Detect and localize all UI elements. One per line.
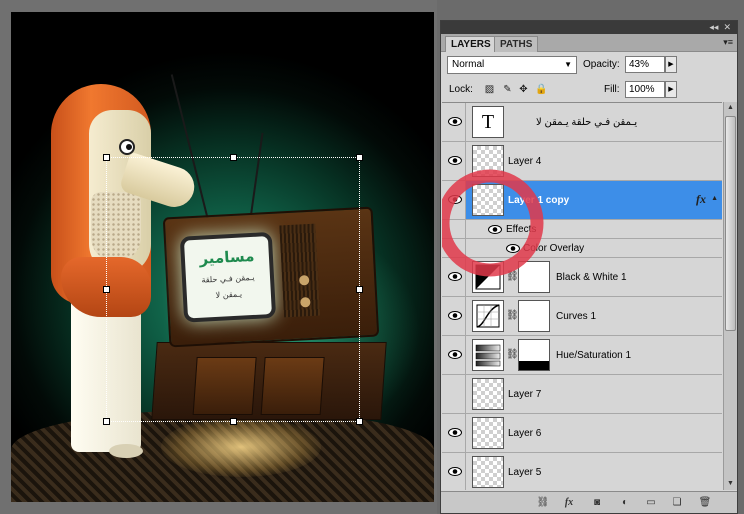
opacity-input[interactable]: 43% xyxy=(625,56,665,73)
fill-input[interactable]: 100% xyxy=(625,81,665,98)
fx-icon[interactable]: fx xyxy=(561,496,577,510)
collapse-panel-icon[interactable]: ◂◂ xyxy=(709,22,718,32)
visibility-toggle[interactable] xyxy=(442,453,466,490)
scroll-up-icon[interactable]: ▲ xyxy=(724,102,737,114)
eye-icon xyxy=(448,117,462,126)
transform-handle-tl[interactable] xyxy=(103,154,110,161)
transform-handle-b[interactable] xyxy=(230,418,237,425)
lock-icon[interactable]: 🔒 xyxy=(535,83,548,96)
document-image[interactable]: مسامير يـمقن فـي حلقة يـمقن لا xyxy=(11,12,434,502)
layer-mask-thumbnail[interactable] xyxy=(518,300,550,332)
eye-icon xyxy=(448,311,462,320)
layer-row[interactable]: ⛓ Curves 1 xyxy=(442,297,722,336)
adjustment-icon[interactable]: ◐ xyxy=(617,496,633,510)
layers-bottom-toolbar: ⛓ fx ◙ ◐ ▭ ❏ 🗑 xyxy=(441,491,737,513)
rug-light xyxy=(161,417,321,477)
layer-thumbnail xyxy=(472,417,504,449)
tab-layers[interactable]: LAYERS xyxy=(445,36,497,52)
lock-label: Lock: xyxy=(449,84,473,95)
folder-icon[interactable]: ▭ xyxy=(643,496,659,510)
visibility-toggle[interactable] xyxy=(442,414,466,452)
fill-slider-arrow-icon[interactable]: ▶ xyxy=(665,81,677,98)
layers-panel: ◂◂ ✕ LAYERS PATHS ▾≡ Normal ▼ Opacity: 4… xyxy=(440,20,738,514)
layer-row[interactable]: Layer 5 xyxy=(442,453,722,490)
link-icon[interactable]: ⛓ xyxy=(506,349,519,360)
annotation-circle xyxy=(442,169,544,277)
visibility-toggle[interactable] xyxy=(442,336,466,374)
fx-icon[interactable]: fx xyxy=(696,192,706,207)
transform-handle-r[interactable] xyxy=(356,286,363,293)
link-icon[interactable]: ⛓ xyxy=(506,310,519,321)
mask-icon[interactable]: ◙ xyxy=(589,496,605,510)
brush-icon[interactable]: ✎ xyxy=(501,83,514,96)
panel-tabs: LAYERS PATHS ▾≡ xyxy=(441,34,737,52)
collapse-effects-icon[interactable]: ▲ xyxy=(711,195,718,202)
character-feet xyxy=(109,444,143,458)
layer-name[interactable]: Hue/Saturation 1 xyxy=(556,350,631,361)
link-icon[interactable]: ⛓ xyxy=(535,496,551,510)
eye-icon xyxy=(448,350,462,359)
transform-handle-br[interactable] xyxy=(356,418,363,425)
visibility-toggle[interactable] xyxy=(442,297,466,335)
scroll-thumb[interactable] xyxy=(725,116,736,331)
layer-name[interactable]: Layer 5 xyxy=(508,467,541,478)
new-layer-icon[interactable]: ❏ xyxy=(669,496,685,510)
character-eye xyxy=(119,139,135,155)
document-canvas-area[interactable]: مسامير يـمقن فـي حلقة يـمقن لا xyxy=(0,0,437,514)
layers-scrollbar[interactable]: ▲ ▼ xyxy=(723,102,737,490)
fill-label: Fill: xyxy=(604,84,620,95)
close-panel-icon[interactable]: ✕ xyxy=(723,22,731,32)
layer-thumbnail xyxy=(472,456,504,488)
layer-row[interactable]: Layer 6 xyxy=(442,414,722,453)
lock-fill-row: Lock: ▨ ✎ ✥ 🔒 Fill: 100% ▶ xyxy=(441,81,737,101)
scroll-down-icon[interactable]: ▼ xyxy=(724,478,737,490)
blend-opacity-row: Normal ▼ Opacity: 43% ▶ xyxy=(441,54,737,78)
curves-adjustment-icon xyxy=(472,300,504,332)
blend-mode-select[interactable]: Normal ▼ xyxy=(447,56,577,74)
move-icon[interactable]: ✥ xyxy=(517,83,530,96)
eye-icon xyxy=(448,156,462,165)
panel-title-bar: ◂◂ ✕ xyxy=(441,21,737,34)
layer-name[interactable]: يـمقن فـي حلقة يـمقن لا xyxy=(536,117,637,128)
trash-icon[interactable]: 🗑 xyxy=(697,496,713,510)
layer-name[interactable]: Black & White 1 xyxy=(556,272,627,283)
layer-mask-thumbnail[interactable] xyxy=(518,339,550,371)
panel-menu-icon[interactable]: ▾≡ xyxy=(723,37,733,48)
lock-transparent-icon[interactable]: ▨ xyxy=(483,83,496,96)
transform-handle-bl[interactable] xyxy=(103,418,110,425)
layer-thumbnail xyxy=(472,378,504,410)
text-layer-thumbnail: T xyxy=(472,106,504,138)
visibility-toggle[interactable] xyxy=(442,375,466,413)
chevron-down-icon: ▼ xyxy=(564,60,572,69)
layer-row[interactable]: T يـمقن فـي حلقة يـمقن لا xyxy=(442,103,722,142)
eye-icon xyxy=(448,428,462,437)
transform-handle-tr[interactable] xyxy=(356,154,363,161)
layer-row[interactable]: ⛓ Hue/Saturation 1 xyxy=(442,336,722,375)
blend-mode-value: Normal xyxy=(452,59,485,70)
opacity-slider-arrow-icon[interactable]: ▶ xyxy=(665,56,677,73)
opacity-label: Opacity: xyxy=(583,59,620,70)
free-transform-box[interactable] xyxy=(103,154,363,425)
layer-name[interactable]: Layer 7 xyxy=(508,389,541,400)
eye-icon xyxy=(448,467,462,476)
layers-list[interactable]: T يـمقن فـي حلقة يـمقن لا Layer 4 Layer … xyxy=(442,102,722,490)
layer-row[interactable]: Layer 7 xyxy=(442,375,722,414)
hue-saturation-adjustment-icon xyxy=(472,339,504,371)
transform-handle-l[interactable] xyxy=(103,286,110,293)
layer-name[interactable]: Layer 6 xyxy=(508,428,541,439)
layer-name[interactable]: Layer 4 xyxy=(508,156,541,167)
tab-paths[interactable]: PATHS xyxy=(494,36,539,52)
visibility-toggle[interactable] xyxy=(442,103,466,141)
layer-name[interactable]: Curves 1 xyxy=(556,311,596,322)
transform-handle-t[interactable] xyxy=(230,154,237,161)
